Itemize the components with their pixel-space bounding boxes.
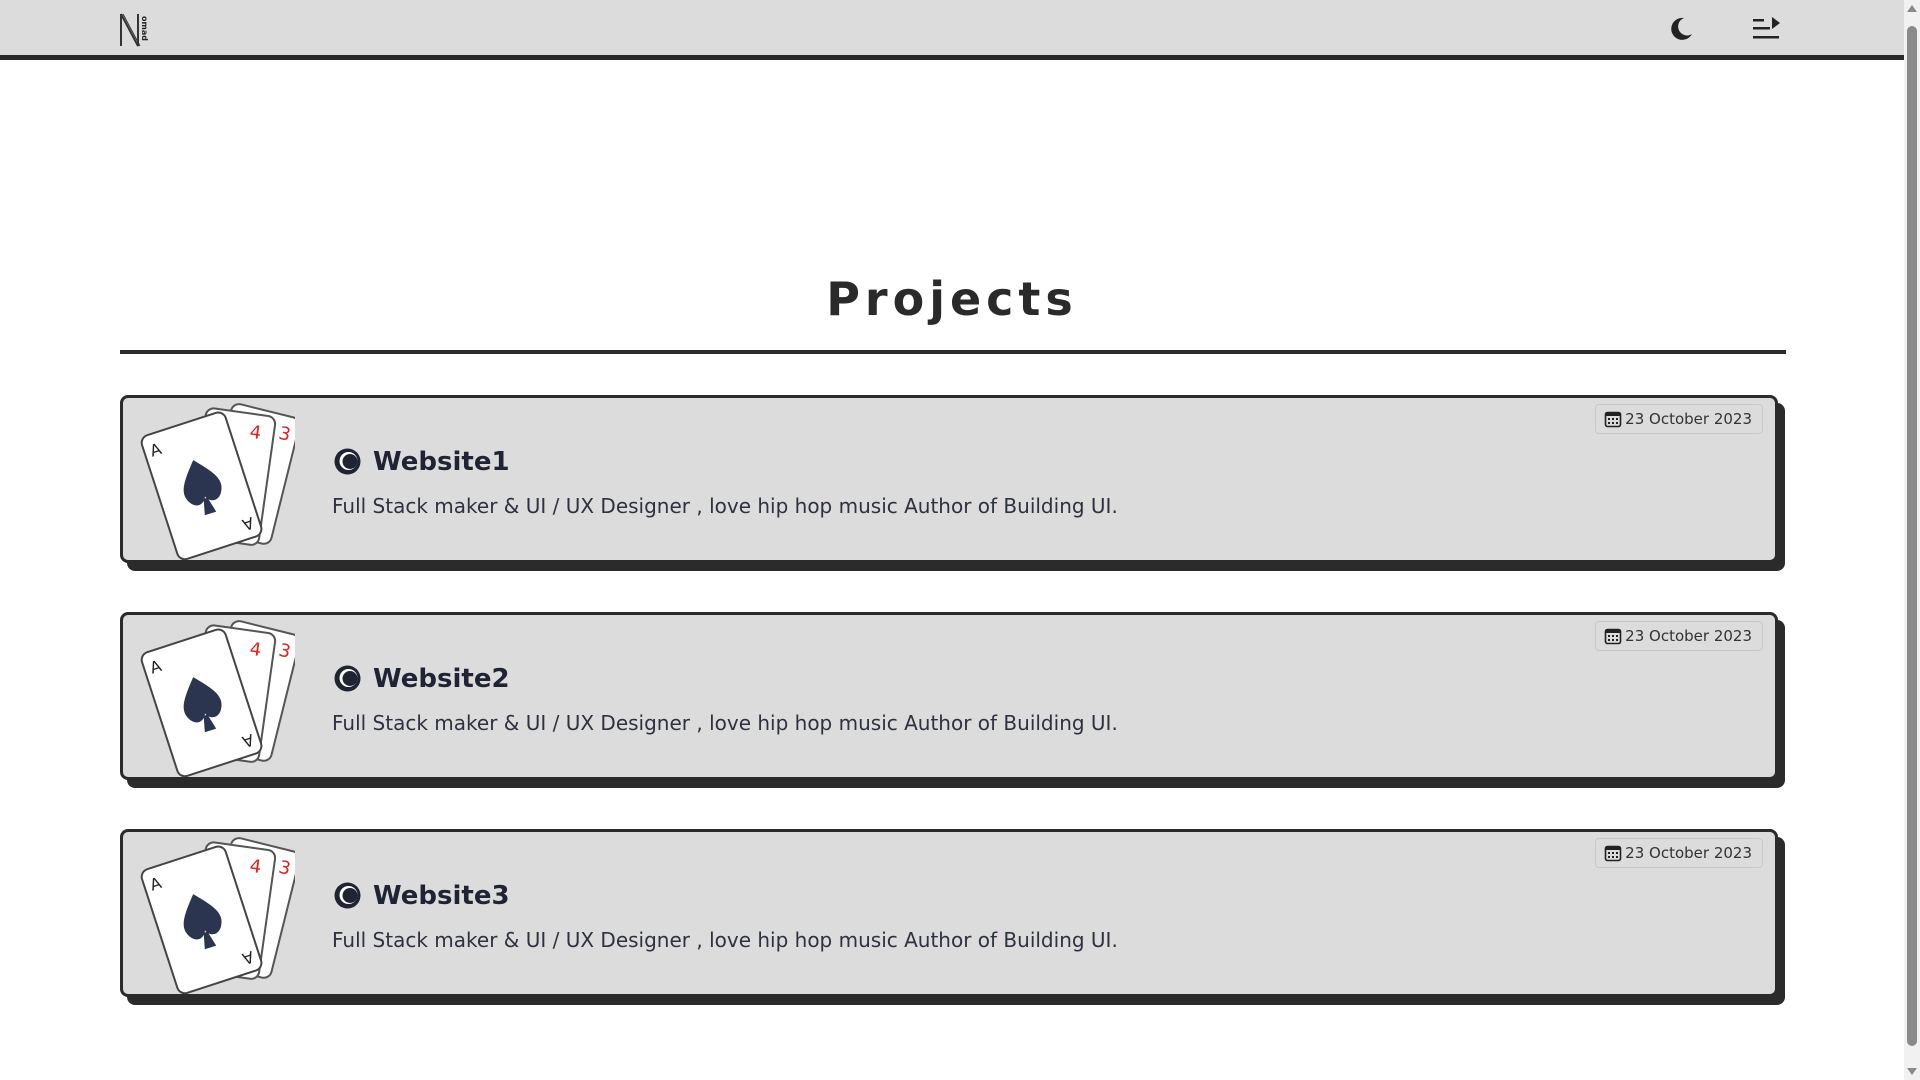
globe-icon xyxy=(332,880,363,911)
vertical-scrollbar[interactable] xyxy=(1904,0,1920,1080)
project-date: 23 October 2023 xyxy=(1625,410,1752,428)
globe-icon xyxy=(332,663,363,694)
page-title: Projects xyxy=(826,272,1078,326)
scrollbar-thumb[interactable] xyxy=(1907,26,1917,1046)
project-card[interactable]: 3 4 A A 23 October 2023 xyxy=(120,829,1778,997)
project-title-row: Website3 xyxy=(332,880,510,911)
project-description: Full Stack maker & UI / UX Designer , lo… xyxy=(332,928,1118,952)
playing-cards-image: 3 4 A A xyxy=(135,617,295,777)
playing-cards-image: 3 4 A A xyxy=(135,834,295,994)
calendar-icon xyxy=(1604,627,1622,645)
project-description: Full Stack maker & UI / UX Designer , lo… xyxy=(332,494,1118,518)
calendar-icon xyxy=(1604,844,1622,862)
date-badge: 23 October 2023 xyxy=(1595,621,1763,651)
calendar-icon xyxy=(1604,410,1622,428)
scroll-down-arrow-icon[interactable] xyxy=(1907,1068,1917,1075)
site-logo[interactable]: omad xyxy=(118,10,158,50)
playing-cards-image: 3 4 A A xyxy=(135,400,295,560)
project-title[interactable]: Website2 xyxy=(373,664,510,694)
project-title-row: Website2 xyxy=(332,663,510,694)
date-badge: 23 October 2023 xyxy=(1595,838,1763,868)
top-navbar: omad xyxy=(0,0,1904,60)
project-date: 23 October 2023 xyxy=(1625,844,1752,862)
project-title[interactable]: Website1 xyxy=(373,447,510,477)
menu-arrow-icon[interactable] xyxy=(1750,12,1784,46)
page: omad Projects 3 4 A A 23 October 2023 We… xyxy=(0,0,1920,1080)
svg-text:omad: omad xyxy=(140,16,149,41)
date-badge: 23 October 2023 xyxy=(1595,404,1763,434)
scroll-up-arrow-icon[interactable] xyxy=(1907,5,1917,12)
project-title[interactable]: Website3 xyxy=(373,881,510,911)
project-title-row: Website1 xyxy=(332,446,510,477)
project-list: 3 4 A A 23 October 2023 Website1 Full St… xyxy=(120,395,1786,1046)
project-card[interactable]: 3 4 A A 23 October 2023 xyxy=(120,395,1778,563)
project-description: Full Stack maker & UI / UX Designer , lo… xyxy=(332,711,1118,735)
title-divider xyxy=(120,350,1786,354)
project-card[interactable]: 3 4 A A 23 October 2023 xyxy=(120,612,1778,780)
project-date: 23 October 2023 xyxy=(1625,627,1752,645)
globe-icon xyxy=(332,446,363,477)
moon-icon[interactable] xyxy=(1664,12,1698,46)
